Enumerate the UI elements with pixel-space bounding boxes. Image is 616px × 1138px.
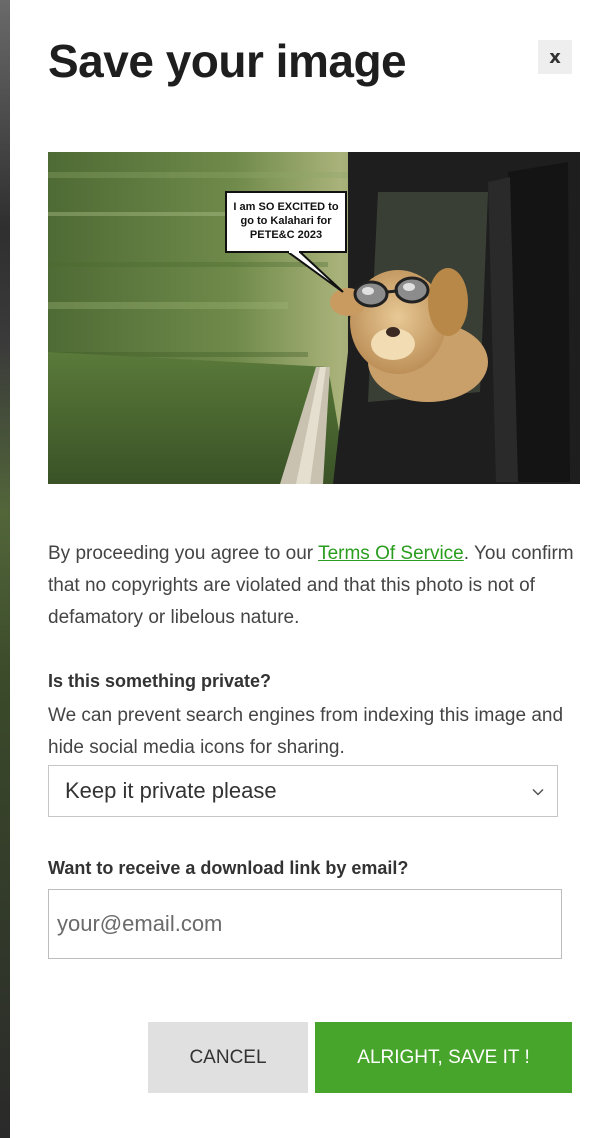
bubble-line-3: PETE&C 2023 bbox=[250, 229, 322, 241]
image-preview: I am SO EXCITED to go to Kalahari for PE… bbox=[48, 152, 580, 484]
privacy-label: Is this something private? bbox=[48, 671, 272, 691]
privacy-description: We can prevent search engines from index… bbox=[48, 705, 564, 758]
privacy-select[interactable]: Keep it private please bbox=[48, 765, 558, 817]
dog-meme-image: I am SO EXCITED to go to Kalahari for PE… bbox=[48, 152, 580, 484]
save-button[interactable]: ALRIGHT, SAVE IT ! bbox=[315, 1022, 572, 1093]
close-button[interactable]: x bbox=[538, 40, 572, 74]
email-input[interactable] bbox=[48, 889, 562, 959]
terms-notice: By proceeding you agree to our Terms Of … bbox=[48, 538, 578, 634]
cancel-button[interactable]: CANCEL bbox=[148, 1022, 308, 1093]
bubble-line-1: I am SO EXCITED to bbox=[233, 201, 338, 213]
privacy-select-value: Keep it private please bbox=[65, 778, 277, 803]
email-label: Want to receive a download link by email… bbox=[48, 858, 409, 878]
chevron-down-icon bbox=[532, 788, 544, 796]
terms-prefix: By proceeding you agree to our bbox=[48, 543, 319, 564]
terms-of-service-link[interactable]: Terms Of Service bbox=[318, 543, 464, 564]
bubble-line-2: go to Kalahari for bbox=[240, 215, 332, 227]
save-image-modal: Save your image x I am SO EXCITED to go … bbox=[10, 0, 616, 1138]
modal-title: Save your image bbox=[48, 35, 407, 87]
